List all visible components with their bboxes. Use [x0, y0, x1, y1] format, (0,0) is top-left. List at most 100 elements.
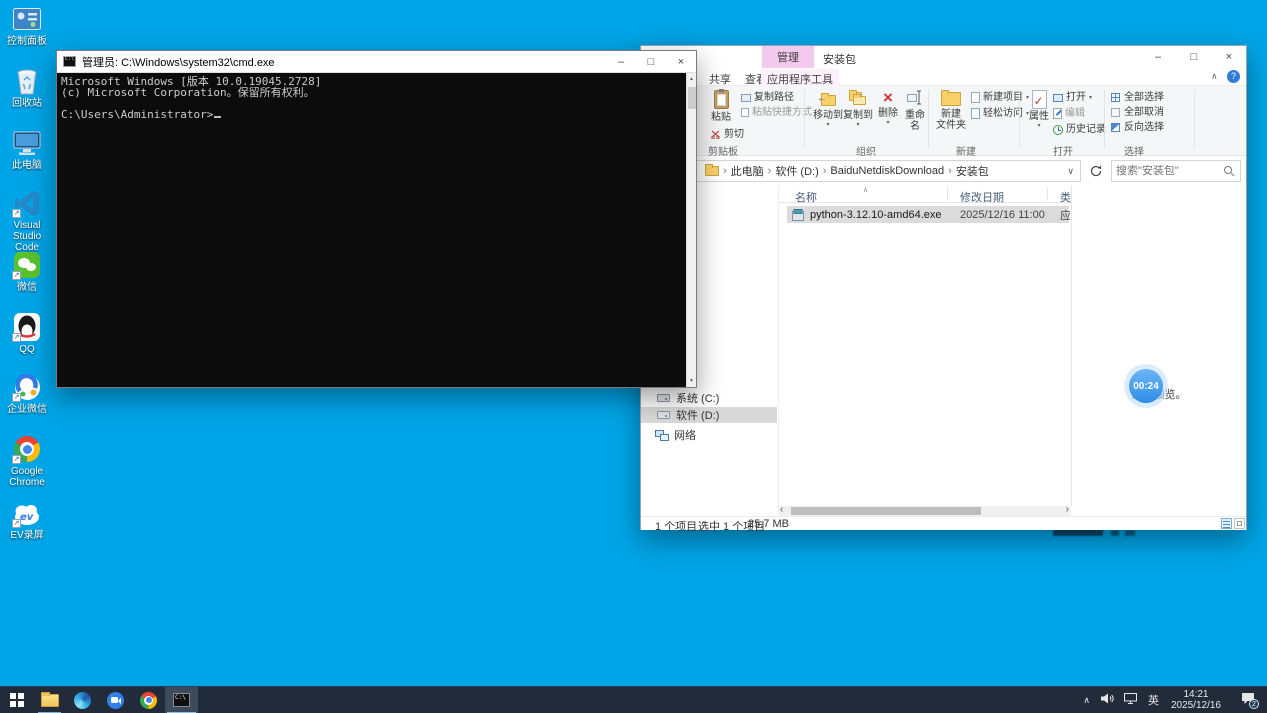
ribbon-separator [804, 90, 805, 148]
new-item-button[interactable]: 新建项目 ▾ [971, 92, 1029, 103]
cmd-console[interactable]: Microsoft Windows [版本 10.0.19045.2728] (… [57, 73, 696, 387]
desktop-icon-recycle-bin[interactable]: 回收站 [0, 66, 54, 109]
breadcrumb-current-folder[interactable]: 安装包 [956, 163, 989, 179]
cmd-icon: C:\ [173, 693, 190, 707]
manage-contextual-tab[interactable]: 管理 [777, 49, 799, 65]
scroll-down-icon[interactable]: ▼ [687, 375, 696, 387]
taskbar-meeting-app[interactable] [99, 687, 132, 713]
explorer-titlebar[interactable]: 管理 安装包 – □ × [641, 46, 1246, 68]
new-item-icon [971, 92, 980, 103]
chrome-icon [140, 691, 157, 709]
cmd-minimize-button[interactable]: – [606, 51, 636, 73]
chrome-icon: ↗ [12, 434, 42, 464]
sidebar-item-drive-d-selected[interactable]: 软件 (D:) [641, 407, 777, 423]
recording-time: 00:24 [1133, 380, 1159, 392]
desktop-icon-vscode[interactable]: ↗ Visual Studio Code [0, 188, 54, 253]
taskbar-edge[interactable] [66, 687, 99, 713]
file-list-pane: 名称 ∧ 修改日期 类型 python-3.12.10-amd64.exe 20… [778, 186, 1071, 506]
sidebar-item-network[interactable]: 网络 [641, 427, 777, 443]
desktop-icon-qq[interactable]: ↗ QQ [0, 312, 54, 355]
desktop-icon-wechat[interactable]: ↗ 微信 [0, 250, 54, 293]
rename-button[interactable]: 重命名 [901, 90, 929, 132]
shortcut-arrow-icon: ↗ [12, 455, 21, 464]
cmd-close-button[interactable]: × [666, 51, 696, 73]
scroll-right-icon[interactable]: › [1066, 504, 1069, 515]
scroll-up-icon[interactable]: ▲ [687, 73, 696, 85]
horizontal-scrollbar[interactable]: ‹ › [778, 504, 1071, 516]
refresh-button[interactable] [1085, 160, 1107, 182]
scroll-left-icon[interactable]: ‹ [780, 504, 783, 515]
address-dropdown-icon[interactable]: ∨ [1067, 166, 1074, 177]
large-icons-view-button[interactable] [1234, 518, 1245, 529]
address-bar[interactable]: › 此电脑 › 软件 (D:) › BaiduNetdiskDownload ›… [646, 160, 1081, 182]
breadcrumb-this-pc[interactable]: 此电脑 [731, 163, 764, 179]
search-box[interactable] [1111, 160, 1241, 182]
desktop-icon-ev-recorder[interactable]: ev ↗ EV录屏 [0, 498, 54, 541]
explorer-minimize-button[interactable]: – [1140, 46, 1176, 68]
explorer-window: 管理 安装包 – □ × 共享 查看 应用程序工具 ∧ ? 粘贴 剪切 复制路径… [640, 45, 1247, 533]
open-button[interactable]: 打开 ▾ [1053, 92, 1092, 103]
ribbon-separator [1104, 90, 1105, 148]
recycle-bin-icon [12, 66, 42, 96]
move-to-button[interactable]: ← 移动到 ▾ [813, 92, 843, 128]
cmd-scroll-thumb[interactable] [688, 87, 696, 109]
column-header-modified[interactable]: 修改日期 [960, 189, 1004, 205]
taskbar-cmd-active[interactable]: C:\ [165, 686, 198, 713]
cmd-maximize-button[interactable]: □ [636, 51, 666, 73]
desktop-icon-wecom[interactable]: ↗ 企业微信 [0, 372, 54, 415]
cmd-titlebar[interactable]: C:\ 管理员: C:\Windows\system32\cmd.exe – □… [57, 51, 696, 73]
copy-to-button[interactable]: 复制到 ▾ [843, 90, 873, 128]
ribbon-collapse-icon[interactable]: ∧ [1211, 71, 1218, 82]
taskbar-file-explorer[interactable] [33, 687, 66, 713]
file-row-selected[interactable]: python-3.12.10-amd64.exe 2025/12/16 11:0… [787, 206, 1070, 223]
easy-access-button[interactable]: 轻松访问 ▾ [971, 108, 1029, 119]
address-bar-row: › 此电脑 › 软件 (D:) › BaiduNetdiskDownload ›… [641, 156, 1246, 186]
action-center-button[interactable]: 2 [1227, 692, 1267, 709]
paste-clipboard-icon [713, 89, 729, 109]
volume-icon[interactable] [1096, 693, 1119, 707]
breadcrumb-separator: › [767, 165, 772, 177]
delete-button[interactable]: × 删除 ▾ [875, 89, 901, 126]
details-view-button[interactable] [1221, 518, 1232, 529]
select-none-button[interactable]: 全部取消 [1111, 107, 1164, 118]
cmd-scrollbar[interactable]: ▲ ▼ [686, 73, 696, 387]
ribbon-separator [1019, 90, 1020, 148]
clock[interactable]: 14:21 2025/12/16 [1165, 689, 1227, 711]
select-all-button[interactable]: 全部选择 [1111, 92, 1164, 103]
recorder-timer-overlay[interactable]: 00:24 [1124, 364, 1168, 408]
breadcrumb-drive-d[interactable]: 软件 (D:) [775, 163, 818, 179]
paste-shortcut-icon [741, 108, 749, 117]
sidebar-item-drive-c[interactable]: 系统 (C:) [641, 390, 777, 406]
taskbar: C:\ ∧ 英 14:21 2025/12/16 2 [0, 686, 1267, 713]
ime-indicator[interactable]: 英 [1142, 692, 1165, 708]
file-modified-date: 2025/12/16 11:00 [960, 208, 1045, 221]
open-icon [1053, 93, 1063, 102]
desktop-icon-chrome[interactable]: ↗ Google Chrome [0, 434, 54, 488]
edit-button[interactable]: 编辑 [1053, 108, 1085, 119]
ribbon-separator [928, 90, 929, 148]
select-none-icon [1111, 108, 1120, 117]
horizontal-scroll-thumb[interactable] [791, 507, 981, 515]
desktop-icon-control-panel[interactable]: 控制面板 [0, 4, 54, 47]
search-icon[interactable] [1223, 165, 1235, 177]
new-folder-button[interactable]: 新建 文件夹 [934, 90, 968, 131]
search-input[interactable] [1112, 165, 1223, 177]
paste-shortcut-button[interactable]: 粘贴快捷方式 [741, 107, 812, 118]
taskbar-chrome[interactable] [132, 687, 165, 713]
start-button[interactable] [0, 687, 33, 713]
shortcut-arrow-icon: ↗ [12, 519, 21, 528]
invert-selection-button[interactable]: 反向选择 [1111, 122, 1164, 133]
cut-button[interactable]: 剪切 [711, 129, 744, 140]
network-icon[interactable] [1119, 693, 1142, 707]
properties-button[interactable]: ✓ 属性 ▾ [1026, 90, 1052, 129]
history-button[interactable]: 历史记录 [1053, 124, 1106, 135]
explorer-close-button[interactable]: × [1212, 46, 1246, 68]
help-icon[interactable]: ? [1227, 70, 1240, 83]
column-header-type[interactable]: 类型 [1060, 189, 1071, 205]
breadcrumb-baidunetdiskdownload[interactable]: BaiduNetdiskDownload [830, 165, 944, 177]
tray-expand-icon[interactable]: ∧ [1077, 695, 1096, 706]
explorer-maximize-button[interactable]: □ [1176, 46, 1212, 68]
copy-path-button[interactable]: 复制路径 [741, 92, 794, 103]
column-header-name[interactable]: 名称 [795, 189, 817, 205]
desktop-icon-this-pc[interactable]: 此电脑 [0, 128, 54, 171]
